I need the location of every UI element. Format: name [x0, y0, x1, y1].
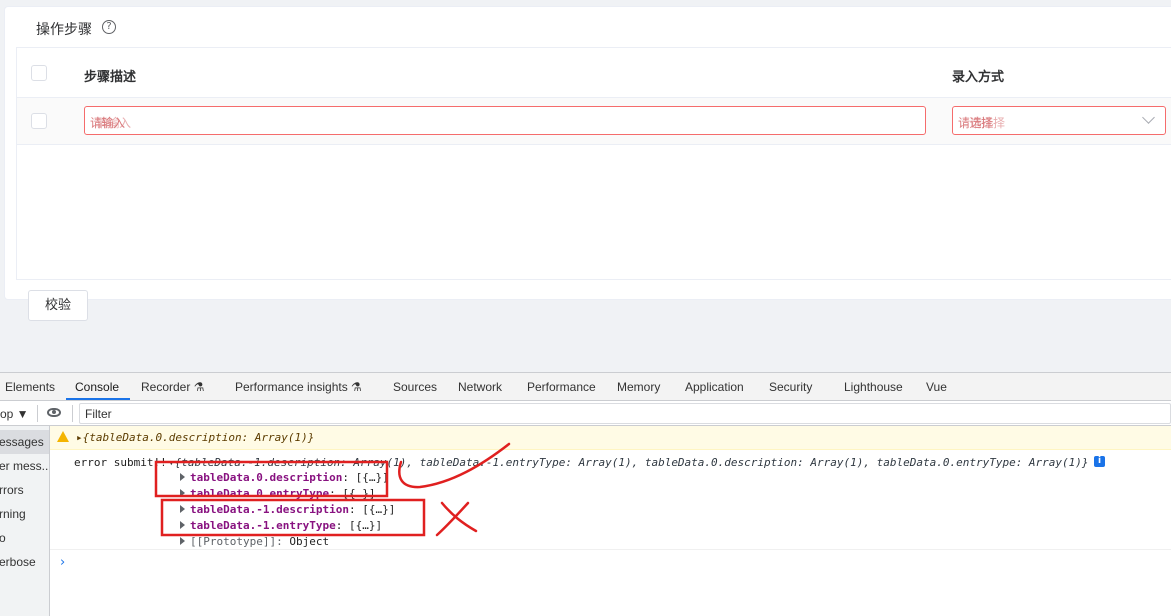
entry-key: tableData.0.entryType — [190, 487, 330, 500]
tab-application[interactable]: Application — [685, 380, 744, 394]
console-output: ▸{tableData.0.description: Array(1)} err… — [50, 426, 1171, 616]
table-row: 请输入 请输入 请选择 请选择 — [17, 98, 1171, 145]
sidebar-item-user-messages[interactable]: er mess... — [0, 459, 49, 473]
sidebar-item-messages[interactable]: essages — [0, 435, 44, 449]
entry-value: [{…}] — [362, 503, 396, 516]
expand-arrow-icon — [180, 521, 185, 529]
log-prefix: error submit!! — [74, 456, 167, 469]
entry-value: [{…}] — [342, 487, 376, 500]
console-sidebar: essages er mess... rrors rning o erbose — [0, 426, 50, 616]
card-header: 操作步骤 ? — [5, 7, 1171, 47]
warning-icon — [57, 431, 69, 442]
devtools-tabs: Elements Console Recorder ⚗ Performance … — [0, 373, 1171, 401]
tab-memory[interactable]: Memory — [617, 380, 660, 394]
filter-placeholder: Filter — [85, 407, 112, 421]
sidebar-item-info[interactable]: o — [0, 531, 6, 545]
console-toolbar: op ▼ Filter — [0, 401, 1171, 426]
expand-arrow-icon — [180, 473, 185, 481]
toolbar-divider — [72, 405, 73, 422]
entry-key: tableData.-1.entryType — [190, 519, 336, 532]
tab-performance-insights[interactable]: Performance insights ⚗ — [235, 380, 362, 394]
expand-arrow-icon — [180, 537, 185, 545]
sidebar-item-warnings[interactable]: rning — [0, 507, 26, 521]
active-tab-indicator — [66, 398, 130, 400]
expand-arrow-icon — [180, 505, 185, 513]
console-log-row: error submit!! ▾{tableData.-1.descriptio… — [50, 450, 1171, 550]
chevron-down-icon — [1142, 111, 1155, 124]
console-warning-row[interactable]: ▸{tableData.0.description: Array(1)} — [50, 426, 1171, 450]
log-entry[interactable]: tableData.0.description: [{…}] — [180, 471, 389, 484]
row-checkbox[interactable] — [31, 113, 47, 129]
entry-value: [{…}] — [355, 471, 389, 484]
log-summary[interactable]: ▾{tableData.-1.description: Array(1), ta… — [168, 456, 1089, 469]
description-input[interactable]: 请输入 请输入 — [84, 106, 926, 135]
log-entry[interactable]: tableData.-1.description: [{…}] — [180, 503, 395, 516]
console-prompt[interactable]: › — [60, 555, 65, 570]
question-circle-icon[interactable]: ? — [102, 20, 116, 34]
filter-input[interactable]: Filter — [79, 403, 1171, 424]
log-entry[interactable]: tableData.-1.entryType: [{…}] — [180, 519, 382, 532]
entry-value: Object — [289, 535, 330, 548]
log-entry[interactable]: tableData.0.entryType: [{…}] — [180, 487, 375, 500]
tab-lighthouse[interactable]: Lighthouse — [844, 380, 903, 394]
sidebar-item-verbose[interactable]: erbose — [0, 555, 36, 569]
tab-security[interactable]: Security — [769, 380, 812, 394]
column-header-description: 步骤描述 — [84, 70, 137, 85]
entry-type-placeholder-overlap: 请选择 — [970, 116, 1005, 130]
eye-icon[interactable] — [47, 408, 61, 417]
tab-network[interactable]: Network — [458, 380, 502, 394]
entry-type-select[interactable]: 请选择 请选择 — [952, 106, 1166, 135]
entry-key: [[Prototype]] — [190, 535, 277, 548]
tab-sources[interactable]: Sources — [393, 380, 437, 394]
entry-value: [{…}] — [348, 519, 383, 532]
sidebar-item-errors[interactable]: rrors — [0, 483, 24, 497]
tab-elements[interactable]: Elements — [5, 380, 55, 394]
expand-arrow-icon — [180, 489, 185, 497]
validate-button[interactable]: 校验 — [28, 290, 88, 321]
tab-recorder[interactable]: Recorder ⚗ — [141, 380, 204, 394]
description-placeholder-overlap: 请输入 — [96, 116, 131, 130]
toolbar-divider — [37, 405, 38, 422]
entry-key: tableData.0.description — [190, 471, 343, 484]
warning-text[interactable]: ▸{tableData.0.description: Array(1)} — [76, 431, 314, 444]
table-header: 步骤描述 录入方式 — [17, 48, 1171, 98]
devtools-panel: Elements Console Recorder ⚗ Performance … — [0, 372, 1171, 616]
entry-key: tableData.-1.description — [190, 503, 349, 516]
steps-card: 操作步骤 ? 步骤描述 录入方式 请输入 请输入 请选择 请选择 校验 — [4, 6, 1171, 321]
log-entry-prototype[interactable]: [[Prototype]]: Object — [180, 535, 329, 548]
tab-vue[interactable]: Vue — [926, 380, 947, 394]
tab-console[interactable]: Console — [75, 380, 119, 394]
tab-performance[interactable]: Performance — [527, 380, 596, 394]
steps-table: 步骤描述 录入方式 请输入 请输入 请选择 请选择 校验 — [16, 47, 1171, 321]
card-title: 操作步骤 — [36, 22, 92, 38]
select-all-checkbox[interactable] — [31, 65, 47, 81]
info-icon[interactable]: i — [1094, 456, 1105, 467]
context-selector[interactable]: op ▼ — [0, 407, 29, 421]
column-header-entry-type: 录入方式 — [952, 70, 1005, 85]
